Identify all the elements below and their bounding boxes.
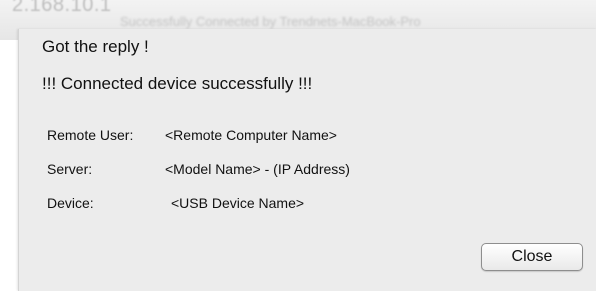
- server-value: <Model Name> - (IP Address): [165, 161, 350, 177]
- server-label: Server:: [47, 161, 93, 177]
- reply-message: Got the reply !: [42, 37, 149, 56]
- device-label: Device:: [47, 195, 94, 211]
- remote-user-label: Remote User:: [47, 127, 134, 143]
- remote-user-value: <Remote Computer Name>: [165, 127, 337, 143]
- background-status-text: Successfully Connected by Trendnets-MacB…: [120, 14, 421, 29]
- device-value: <USB Device Name>: [171, 195, 305, 211]
- background-ip-text: 2.168.10.1: [12, 0, 112, 16]
- close-button[interactable]: Close: [481, 243, 583, 271]
- success-message: !!! Connected device successfully !!!: [42, 74, 313, 93]
- message-dialog: Got the reply ! !!! Connected device suc…: [18, 29, 596, 291]
